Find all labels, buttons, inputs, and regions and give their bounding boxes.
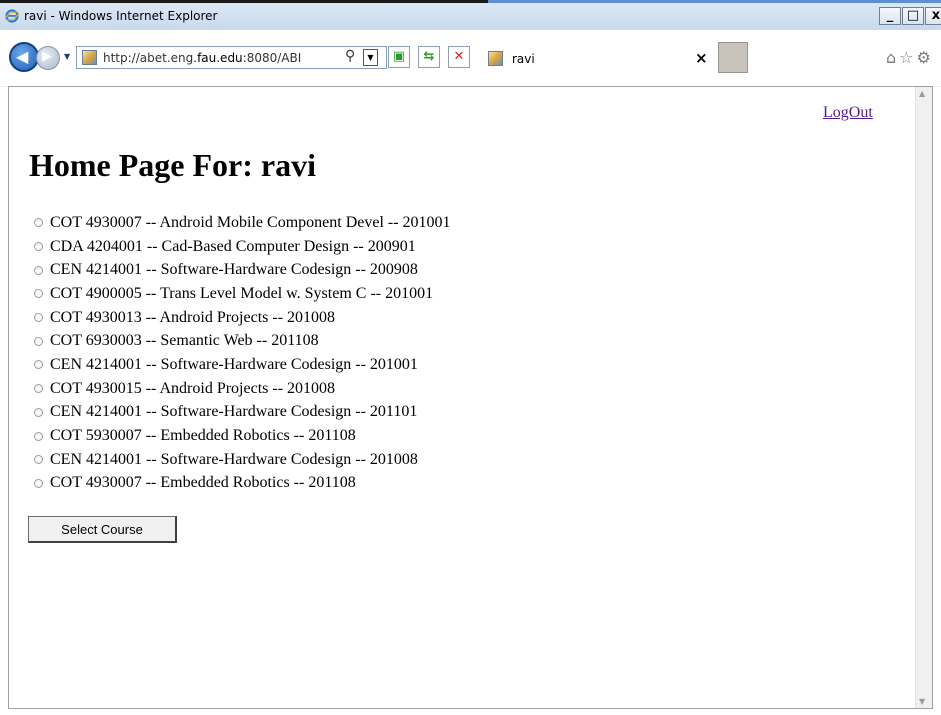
tab-close-button[interactable]: ×	[695, 49, 708, 67]
course-radio[interactable]	[34, 218, 43, 228]
course-label[interactable]: COT 4930007 -- Embedded Robotics -- 2011…	[50, 474, 356, 492]
course-label[interactable]: COT 5930007 -- Embedded Robotics -- 2011…	[50, 427, 356, 445]
url-suffix: :8080/ABI	[242, 51, 302, 65]
course-option[interactable]: COT 6930003 -- Semantic Web -- 201108	[34, 329, 451, 353]
course-list: COT 4930007 -- Android Mobile Component …	[34, 211, 451, 495]
course-label[interactable]: COT 4900005 -- Trans Level Model w. Syst…	[50, 285, 433, 303]
favorites-star-icon[interactable]: ☆	[899, 48, 916, 67]
course-option[interactable]: COT 4930007 -- Android Mobile Component …	[34, 211, 451, 235]
course-option[interactable]: COT 4930013 -- Android Projects -- 20100…	[34, 306, 451, 330]
course-option[interactable]: COT 4930007 -- Embedded Robotics -- 2011…	[34, 472, 451, 496]
recent-pages-dropdown[interactable]: ▼	[64, 52, 70, 61]
new-tab-button[interactable]	[718, 42, 748, 73]
course-label[interactable]: CDA 4204001 -- Cad-Based Computer Design…	[50, 238, 416, 256]
select-course-button[interactable]: Select Course	[28, 516, 177, 543]
page-content: LogOut Home Page For: ravi COT 4930007 -…	[8, 86, 933, 709]
scroll-down-icon[interactable]: ▼	[919, 697, 925, 706]
stop-button[interactable]: ✕	[448, 46, 470, 68]
back-arrow-icon: ◀	[16, 47, 29, 66]
back-button[interactable]: ◀	[9, 42, 39, 72]
tab-favicon-icon	[488, 51, 503, 66]
course-radio[interactable]	[34, 431, 43, 441]
forward-button[interactable]: ▶	[36, 46, 60, 70]
window-title: ravi - Windows Internet Explorer	[24, 9, 218, 23]
refresh-icon: ⇆	[423, 49, 435, 64]
course-option[interactable]: COT 5930007 -- Embedded Robotics -- 2011…	[34, 424, 451, 448]
maximize-button[interactable]: □	[902, 7, 924, 25]
course-radio[interactable]	[34, 384, 43, 394]
stop-icon: ✕	[453, 49, 465, 64]
url-prefix: http://abet.eng.	[103, 51, 198, 65]
course-radio[interactable]	[34, 289, 43, 299]
course-option[interactable]: CDA 4204001 -- Cad-Based Computer Design…	[34, 235, 451, 259]
close-window-button[interactable]: x	[925, 7, 941, 25]
compatibility-view-icon: ▣	[392, 49, 406, 64]
address-url[interactable]: http://abet.eng.fau.edu:8080/ABI	[103, 51, 318, 65]
compatibility-view-button[interactable]: ▣	[388, 46, 410, 68]
ie-logo-icon	[5, 9, 19, 23]
forward-arrow-icon: ▶	[42, 49, 52, 64]
navigation-bar: ◀ ▶ ▼ http://abet.eng.fau.edu:8080/ABI ⚲…	[0, 30, 941, 87]
course-radio[interactable]	[34, 336, 43, 346]
address-dropdown-button[interactable]: ▼	[363, 49, 378, 66]
refresh-button[interactable]: ⇆	[418, 46, 440, 68]
course-option[interactable]: CEN 4214001 -- Software-Hardware Codesig…	[34, 258, 451, 282]
course-radio[interactable]	[34, 242, 43, 252]
scroll-up-icon[interactable]: ▲	[919, 89, 925, 98]
course-option[interactable]: COT 4930015 -- Android Projects -- 20100…	[34, 377, 451, 401]
minimize-button[interactable]: _	[879, 7, 901, 25]
logout-link[interactable]: LogOut	[823, 104, 873, 122]
course-radio[interactable]	[34, 313, 43, 323]
course-label[interactable]: COT 4930015 -- Android Projects -- 20100…	[50, 380, 335, 398]
address-bar[interactable]: http://abet.eng.fau.edu:8080/ABI ⚲ ▼	[76, 46, 387, 69]
course-label[interactable]: COT 4930013 -- Android Projects -- 20100…	[50, 309, 335, 327]
course-radio[interactable]	[34, 455, 43, 465]
course-radio[interactable]	[34, 265, 43, 275]
course-radio[interactable]	[34, 478, 43, 488]
window-title-bar: ravi - Windows Internet Explorer _ □ x	[0, 0, 941, 30]
page-favicon-icon	[82, 50, 97, 65]
course-label[interactable]: CEN 4214001 -- Software-Hardware Codesig…	[50, 261, 418, 279]
gear-icon[interactable]: ⚙	[917, 48, 934, 67]
course-option[interactable]: CEN 4214001 -- Software-Hardware Codesig…	[34, 353, 451, 377]
course-label[interactable]: CEN 4214001 -- Software-Hardware Codesig…	[50, 356, 418, 374]
course-radio[interactable]	[34, 360, 43, 370]
course-radio[interactable]	[34, 407, 43, 417]
course-label[interactable]: CEN 4214001 -- Software-Hardware Codesig…	[50, 403, 417, 421]
url-domain: fau.edu	[197, 51, 243, 65]
vertical-scrollbar[interactable]: ▲ ▼	[915, 87, 932, 708]
course-label[interactable]: COT 4930007 -- Android Mobile Component …	[50, 214, 451, 232]
course-option[interactable]: COT 4900005 -- Trans Level Model w. Syst…	[34, 282, 451, 306]
home-icon[interactable]: ⌂	[886, 48, 899, 67]
title-bar-accent	[488, 0, 941, 3]
course-option[interactable]: CEN 4214001 -- Software-Hardware Codesig…	[34, 448, 451, 472]
course-label[interactable]: CEN 4214001 -- Software-Hardware Codesig…	[50, 451, 418, 469]
course-option[interactable]: CEN 4214001 -- Software-Hardware Codesig…	[34, 401, 451, 425]
search-icon[interactable]: ⚲	[345, 48, 355, 64]
tab-title[interactable]: ravi	[512, 52, 535, 66]
page-title: Home Page For: ravi	[29, 147, 316, 183]
course-label[interactable]: COT 6930003 -- Semantic Web -- 201108	[50, 332, 319, 350]
